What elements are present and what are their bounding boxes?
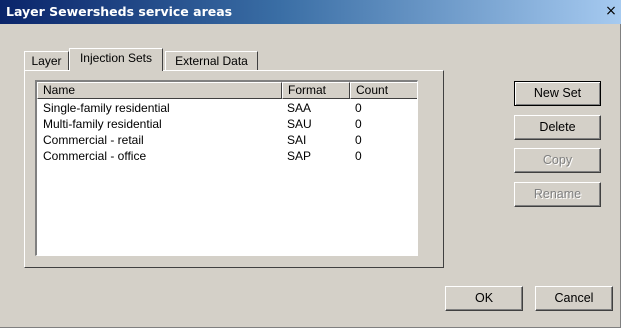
dialog-window: Layer Sewersheds service areas × Layer I… [0, 0, 621, 328]
item-name: Commercial - retail [43, 133, 144, 147]
list-item[interactable]: Multi-family residential SAU 0 [37, 116, 417, 132]
item-format: SAU [287, 117, 312, 131]
item-count: 0 [355, 117, 362, 131]
injection-sets-list[interactable]: Name Format Count Single-family resident… [35, 80, 418, 256]
list-item[interactable]: Commercial - retail SAI 0 [37, 132, 417, 148]
column-header-count[interactable]: Count [350, 82, 417, 99]
list-item[interactable]: Commercial - office SAP 0 [37, 148, 417, 164]
item-name: Commercial - office [43, 149, 147, 163]
tab-external-data[interactable]: External Data [165, 51, 258, 70]
title-bar[interactable]: Layer Sewersheds service areas × [0, 0, 621, 24]
ok-button[interactable]: OK [445, 286, 523, 311]
item-name: Multi-family residential [43, 117, 162, 131]
rename-button[interactable]: Rename [514, 182, 601, 207]
copy-button[interactable]: Copy [514, 148, 601, 173]
item-format: SAI [287, 133, 307, 147]
tab-layer[interactable]: Layer [24, 51, 69, 70]
tab-injection-sets[interactable]: Injection Sets [69, 48, 163, 71]
cancel-button[interactable]: Cancel [535, 286, 613, 311]
delete-button[interactable]: Delete [514, 115, 601, 140]
item-count: 0 [355, 149, 362, 163]
item-count: 0 [355, 133, 362, 147]
list-header: Name Format Count [37, 82, 417, 99]
new-set-button[interactable]: New Set [514, 81, 601, 106]
column-header-name[interactable]: Name [37, 82, 282, 99]
item-count: 0 [355, 101, 362, 115]
list-rows: Single-family residential SAA 0 Multi-fa… [37, 100, 417, 164]
column-header-format[interactable]: Format [282, 82, 350, 99]
window-title: Layer Sewersheds service areas [6, 4, 233, 19]
item-format: SAP [287, 149, 312, 163]
item-name: Single-family residential [43, 101, 170, 115]
item-format: SAA [287, 101, 312, 115]
list-item[interactable]: Single-family residential SAA 0 [37, 100, 417, 116]
close-icon[interactable]: × [603, 3, 619, 19]
